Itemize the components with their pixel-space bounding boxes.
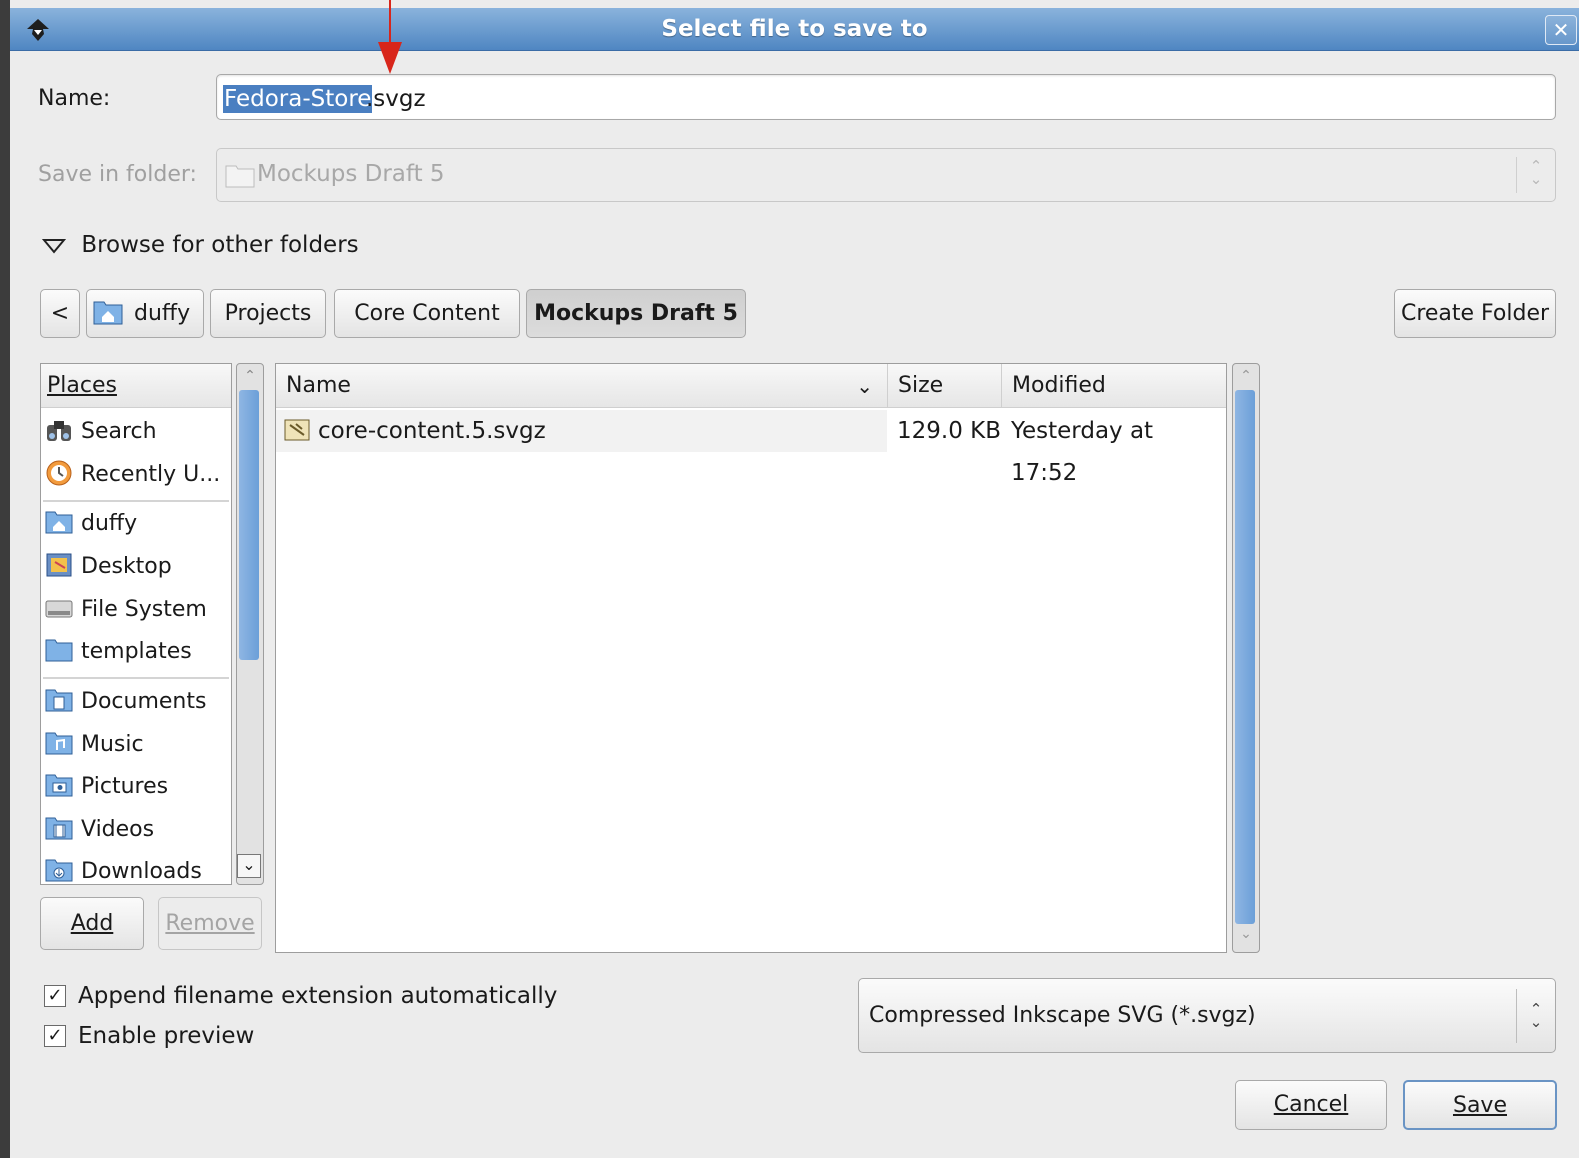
desktop-icon	[46, 553, 72, 577]
filename-input[interactable]: Fedora-Store .svgz	[216, 74, 1556, 120]
save-dialog: Select file to save to ✕ Name: Fedora-St…	[10, 0, 1579, 1158]
home-folder-icon	[45, 511, 73, 534]
save-in-folder-value: Mockups Draft 5	[257, 161, 445, 187]
places-divider	[43, 677, 229, 679]
remove-bookmark-button[interactable]: Remove	[158, 897, 262, 950]
folder-icon	[225, 165, 255, 188]
files-scroll-thumb[interactable]	[1235, 390, 1255, 924]
music-folder-icon	[45, 732, 73, 755]
place-file-system[interactable]: File System	[45, 590, 207, 630]
drive-icon	[45, 600, 73, 618]
svg-image-icon	[284, 419, 310, 441]
append-extension-label: Append filename extension automatically	[78, 983, 558, 1009]
place-downloads[interactable]: Downloads	[45, 852, 202, 884]
path-segment-duffy[interactable]: duffy	[86, 289, 204, 338]
enable-preview-checkbox[interactable]: ✓	[44, 1025, 66, 1047]
file-name: core-content.5.svgz	[318, 418, 546, 444]
scroll-up-arrow-icon[interactable]: ⌃	[241, 368, 259, 388]
downloads-folder-icon	[45, 859, 73, 882]
files-scrollbar[interactable]: ⌃ ⌄	[1232, 363, 1260, 953]
scroll-up-arrow-icon[interactable]: ⌃	[1237, 368, 1255, 388]
sort-chevron-icon: ⌄	[856, 374, 873, 398]
column-header-modified[interactable]: Modified	[1001, 364, 1226, 408]
browse-folders-expander[interactable]: Browse for other folders	[41, 230, 359, 260]
path-segment-projects[interactable]: Projects	[210, 289, 326, 338]
places-header[interactable]: Places	[41, 364, 231, 408]
table-row[interactable]: core-content.5.svgz 129.0 KB Yesterday a…	[276, 410, 1226, 486]
place-templates[interactable]: templates	[45, 632, 192, 672]
title-bar[interactable]: Select file to save to ✕	[10, 8, 1579, 51]
save-in-folder-label: Save in folder:	[38, 162, 197, 187]
path-segment-mockups-draft-5[interactable]: Mockups Draft 5	[526, 289, 746, 338]
file-type-value: Compressed Inkscape SVG (*.svgz)	[869, 1003, 1256, 1028]
column-header-name[interactable]: Name ⌄	[276, 364, 887, 408]
pictures-folder-icon	[45, 774, 73, 797]
append-extension-checkbox[interactable]: ✓	[44, 985, 66, 1007]
file-size: 129.0 KB	[897, 418, 1002, 444]
places-divider	[43, 500, 229, 502]
scroll-down-arrow-icon[interactable]: ⌄	[237, 854, 261, 878]
browse-folders-label: Browse for other folders	[81, 232, 359, 258]
combo-separator	[1516, 989, 1517, 1043]
documents-folder-icon	[45, 689, 73, 712]
place-music[interactable]: Music	[45, 725, 144, 765]
name-label: Name:	[38, 86, 111, 111]
folder-icon	[45, 639, 73, 662]
save-button[interactable]: Save	[1403, 1080, 1557, 1130]
place-duffy[interactable]: duffy	[45, 504, 137, 544]
add-bookmark-button[interactable]: Add	[40, 897, 144, 950]
enable-preview-label: Enable preview	[78, 1023, 255, 1049]
column-header-size[interactable]: Size	[887, 364, 1001, 408]
window-title: Select file to save to	[661, 16, 928, 42]
path-segment-label: duffy	[134, 301, 191, 326]
scroll-down-arrow-icon[interactable]: ⌄	[1237, 926, 1255, 946]
up-down-arrows-icon: ⌃ ⌄	[1529, 157, 1543, 188]
home-folder-icon	[93, 301, 123, 325]
places-pane: Places Search Recently U... duffy Deskto…	[40, 363, 232, 885]
place-videos[interactable]: Videos	[45, 810, 154, 850]
place-recently-used[interactable]: Recently U...	[45, 455, 220, 495]
places-scroll-thumb[interactable]	[239, 390, 259, 660]
recent-icon	[46, 460, 72, 486]
place-pictures[interactable]: Pictures	[45, 767, 168, 807]
videos-folder-icon	[45, 817, 73, 840]
path-back-button[interactable]: <	[40, 289, 80, 338]
file-modified: Yesterday at 17:52	[1011, 418, 1154, 486]
combo-separator	[1516, 157, 1517, 193]
cancel-button[interactable]: Cancel	[1235, 1080, 1387, 1130]
binoculars-icon	[47, 421, 71, 441]
filename-selected-text: Fedora-Store	[223, 85, 373, 113]
place-search[interactable]: Search	[45, 412, 157, 452]
up-down-arrows-icon: ⌃ ⌄	[1529, 1000, 1543, 1031]
annotation-arrow-icon	[378, 0, 402, 74]
path-segment-core-content[interactable]: Core Content	[334, 289, 520, 338]
place-desktop[interactable]: Desktop	[45, 547, 172, 587]
places-scrollbar[interactable]: ⌃ ⌄	[236, 363, 264, 885]
files-pane: Name ⌄ Size Modified core-content.5.svgz…	[275, 363, 1227, 953]
triangle-down-icon	[41, 239, 67, 254]
save-in-folder-combo: Mockups Draft 5 ⌃ ⌄	[216, 148, 1556, 202]
close-window-button[interactable]: ✕	[1545, 15, 1577, 45]
filename-extension-text: .svgz	[366, 86, 426, 112]
create-folder-button[interactable]: Create Folder	[1394, 289, 1556, 338]
file-type-combo[interactable]: Compressed Inkscape SVG (*.svgz) ⌃ ⌄	[858, 978, 1556, 1053]
place-documents[interactable]: Documents	[45, 682, 206, 722]
